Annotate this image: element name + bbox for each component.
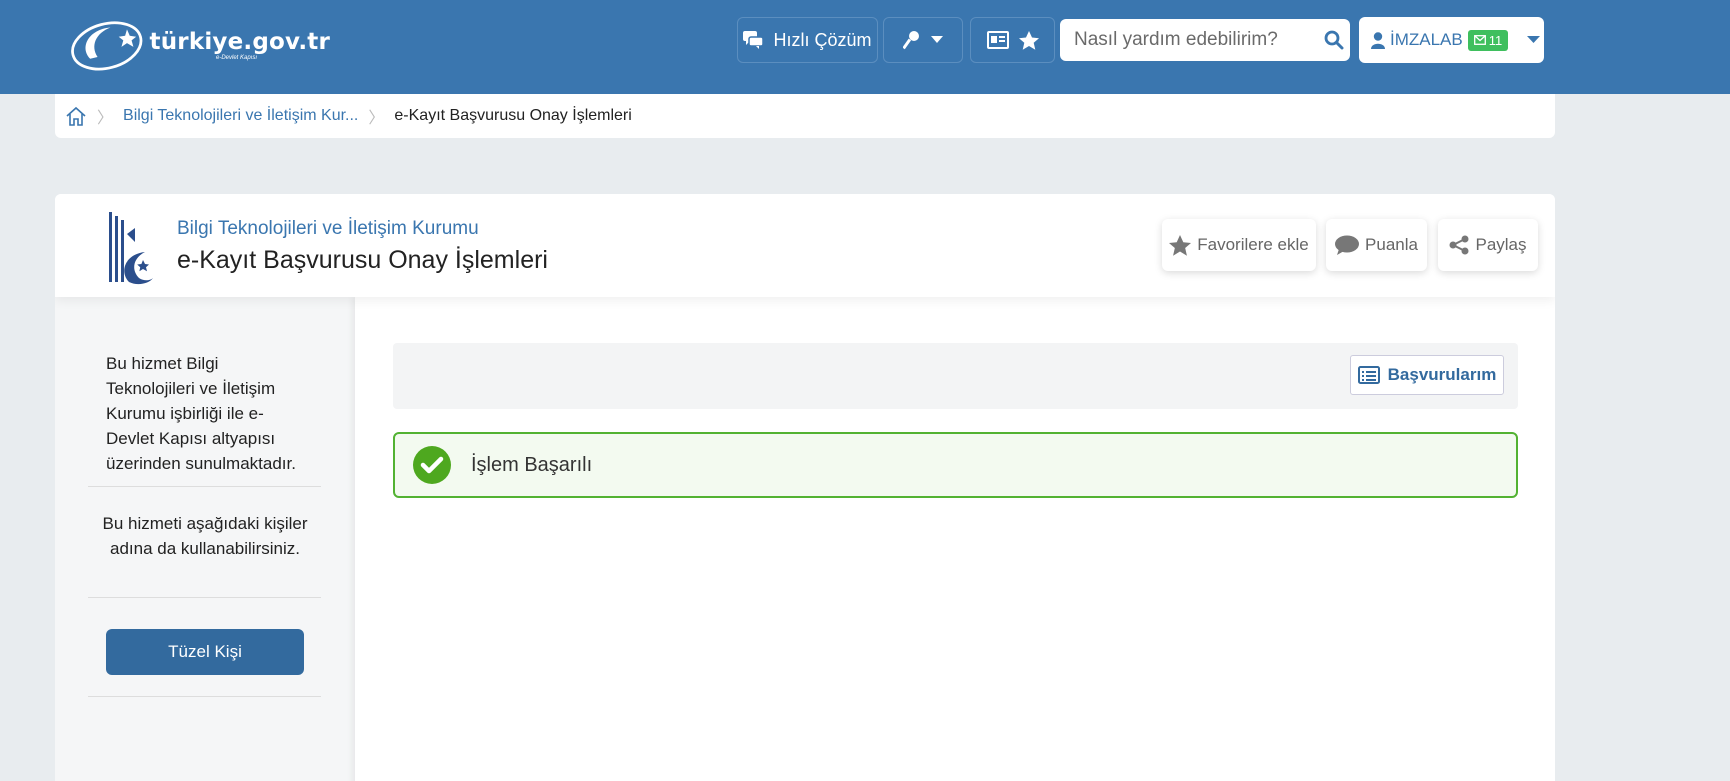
chat-bubbles-icon (743, 31, 764, 49)
logo-text: türkiye.gov.tr (149, 29, 330, 55)
search-input[interactable] (1060, 19, 1350, 61)
check-circle-icon (413, 446, 451, 484)
search-icon[interactable] (1324, 30, 1344, 50)
quick-solution-label: Hızlı Çözüm (773, 29, 872, 50)
service-header: Bilgi Teknolojileri ve İletişim Kurumu e… (55, 194, 1555, 297)
caret-down-icon (931, 36, 943, 43)
rate-label: Puanla (1365, 235, 1418, 254)
login-options-dropdown[interactable] (883, 17, 963, 63)
caret-down-icon[interactable] (1527, 36, 1541, 44)
home-icon[interactable] (65, 106, 87, 126)
key-icon (903, 31, 919, 50)
id-card-icon (986, 31, 1009, 49)
add-favorite-label: Favorilere ekle (1197, 235, 1309, 254)
page-title: e-Kayıt Başvurusu Onay İşlemleri (177, 246, 548, 274)
breadcrumb-separator: 〉 (97, 110, 114, 127)
user-icon (1371, 31, 1385, 49)
on-behalf-info: Bu hizmeti aşağıdaki kişiler adına da ku… (102, 514, 308, 558)
share-label: Paylaş (1475, 235, 1527, 254)
user-name: İMZALAB (1390, 30, 1463, 49)
logo-subtext: e-Devlet Kapısı (216, 55, 258, 61)
institution-name[interactable]: Bilgi Teknolojileri ve İletişim Kurumu (177, 218, 479, 240)
my-applications-label: Başvurularım (1387, 365, 1497, 384)
envelope-icon (1473, 35, 1486, 45)
sidebar-divider (88, 696, 321, 697)
success-alert: İşlem Başarılı (393, 432, 1518, 498)
share-button[interactable]: Paylaş (1438, 219, 1538, 271)
site-logo[interactable]: türkiye.gov.tr e-Devlet Kapısı (70, 14, 330, 76)
message-count: 11 (1488, 32, 1503, 48)
breadcrumb-separator: 〉 (368, 110, 385, 127)
user-menu-button[interactable]: İMZALAB 11 (1359, 17, 1544, 63)
sidebar-divider (88, 597, 321, 598)
star-icon (1169, 234, 1192, 256)
success-message: İşlem Başarılı (471, 453, 593, 476)
btk-institution-logo-icon (109, 212, 153, 285)
breadcrumb: 〉 Bilgi Teknolojileri ve İletişim Kur...… (55, 94, 1555, 138)
rate-button[interactable]: Puanla (1326, 219, 1427, 271)
content-toolbar: Başvurularım (393, 343, 1518, 409)
my-applications-button[interactable]: Başvurularım (1350, 355, 1504, 395)
legal-entity-button[interactable]: Tüzel Kişi (106, 629, 304, 675)
star-icon (1018, 30, 1039, 50)
service-content: Başvurularım İşlem Başarılı (355, 297, 1555, 781)
list-icon (1357, 366, 1380, 384)
crescent-star-logo-icon (71, 21, 143, 71)
identity-favorites-button[interactable] (970, 17, 1055, 63)
service-sidebar: Bu hizmet Bilgi Teknolojileri ve İletişi… (55, 297, 355, 781)
sidebar-divider (88, 486, 321, 487)
service-card: Bilgi Teknolojileri ve İletişim Kurumu e… (55, 194, 1555, 781)
breadcrumb-current: e-Kayıt Başvurusu Onay İşlemleri (394, 107, 632, 124)
message-count-badge[interactable]: 11 (1467, 29, 1509, 51)
breadcrumb-institution-link[interactable]: Bilgi Teknolojileri ve İletişim Kur... (123, 107, 358, 125)
add-favorite-button[interactable]: Favorilere ekle (1162, 219, 1316, 271)
service-provider-info: Bu hizmet Bilgi Teknolojileri ve İletişi… (106, 354, 296, 473)
quick-solution-button[interactable]: Hızlı Çözüm (737, 17, 878, 63)
top-header: türkiye.gov.tr e-Devlet Kapısı Hızlı Çöz… (0, 0, 1730, 94)
speech-bubble-icon (1335, 235, 1360, 255)
share-icon (1449, 235, 1469, 255)
